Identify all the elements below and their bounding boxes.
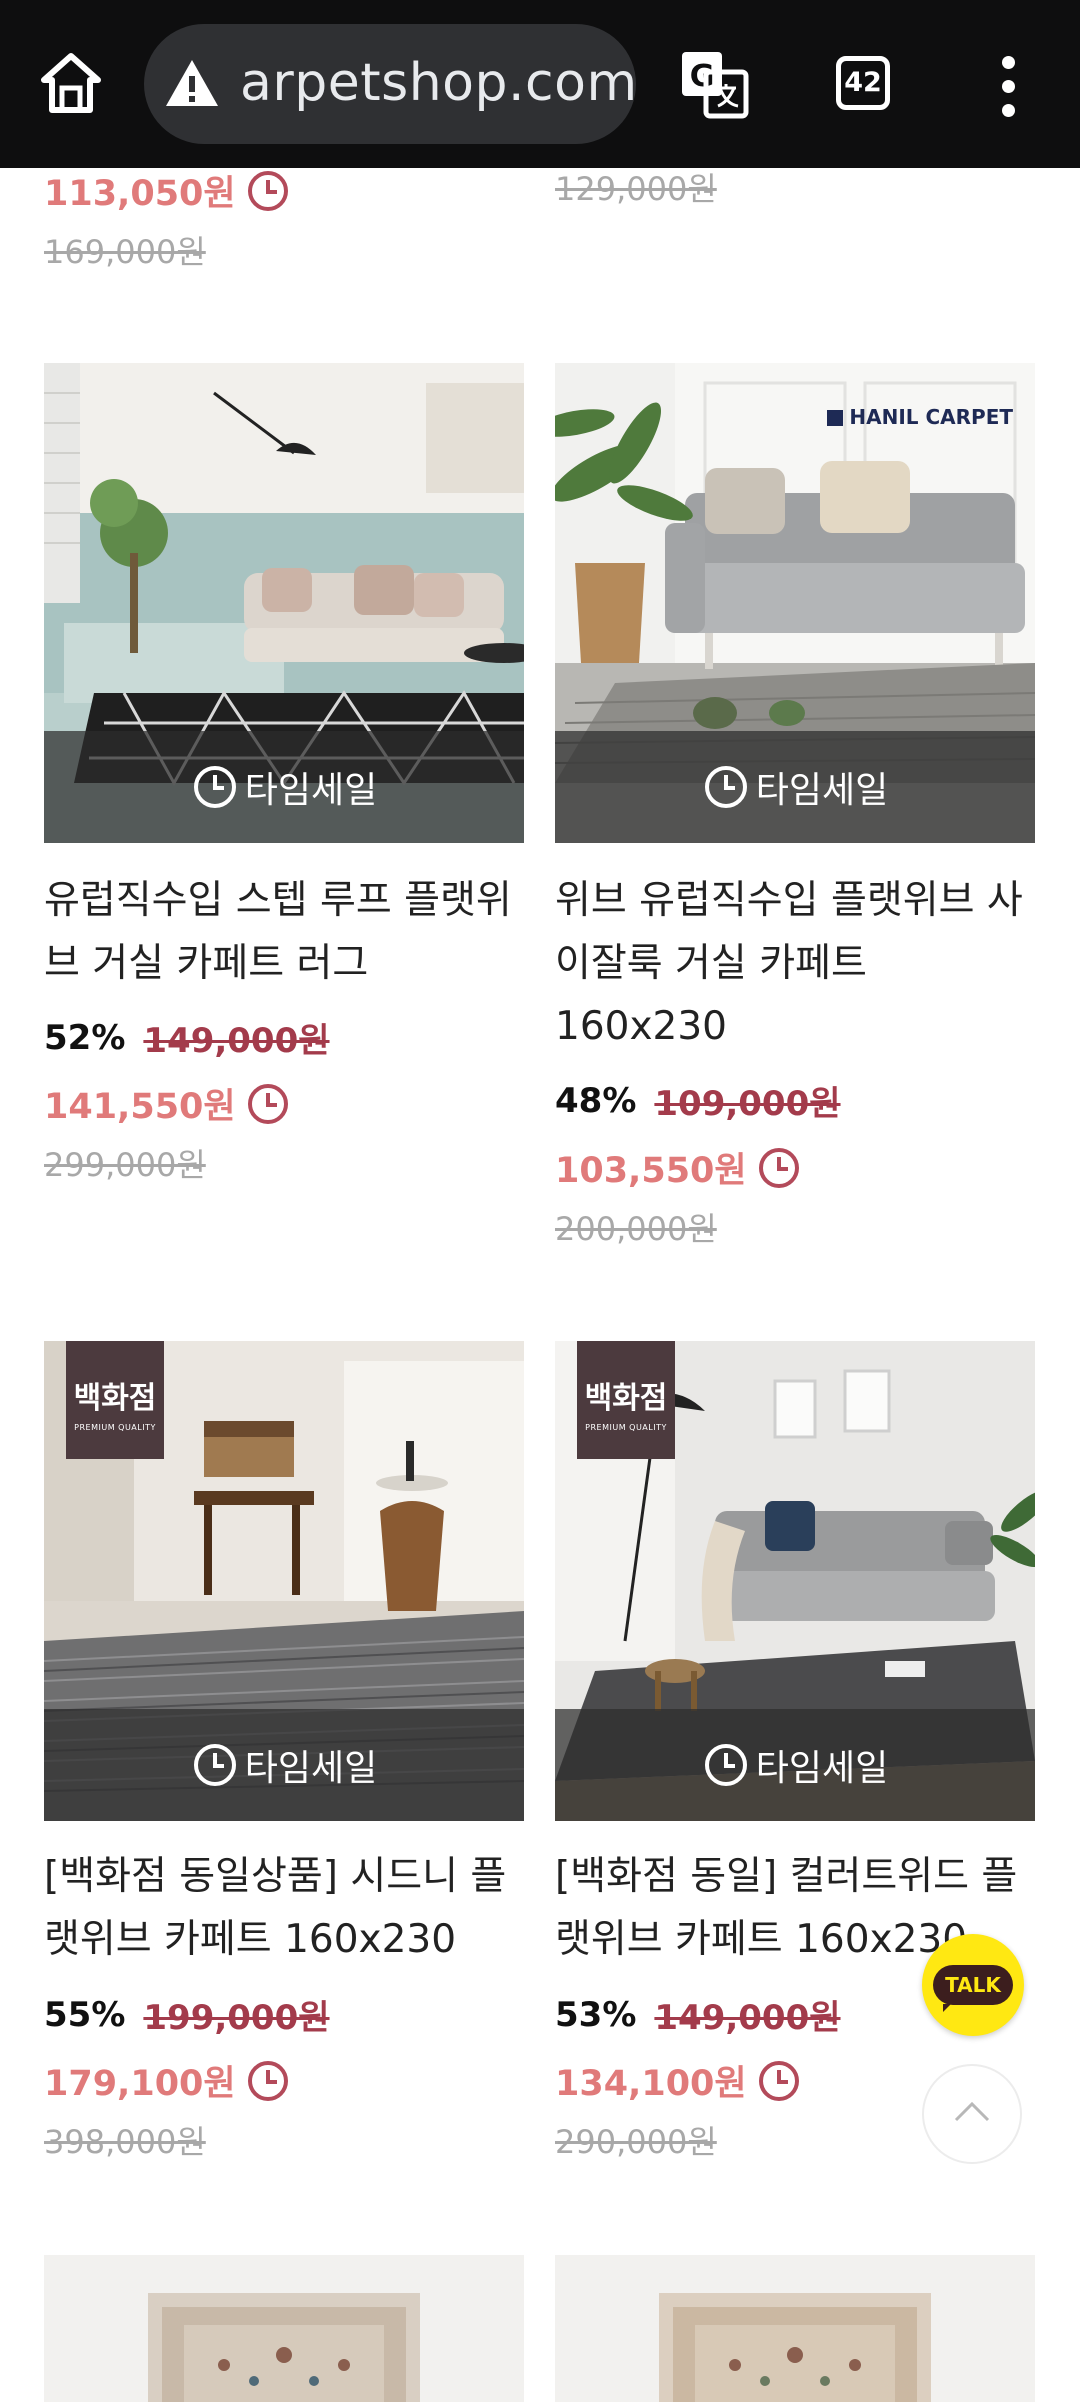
timesale-label: 타임세일: [244, 1748, 378, 1789]
clock-icon: [758, 2060, 799, 2101]
warning-icon[interactable]: [162, 54, 222, 114]
url-text: arpetshop.com: [240, 53, 636, 113]
product-title[interactable]: 위브 유럽직수입 플랫위브 사이잘룩 거실 카페트 160x230: [555, 869, 1039, 1058]
timesale-banner: 타임세일: [44, 1709, 524, 1821]
brand-mark-icon: [827, 410, 844, 426]
badge-text: 백화점: [73, 1381, 157, 1416]
sale-price: 179,100원: [44, 2055, 290, 2106]
clock-icon: [704, 1744, 747, 1786]
timesale-label: 타임세일: [755, 770, 889, 811]
discount-row: 55% 199,000원: [44, 1990, 330, 2039]
sale-price-value: 113,050원: [44, 174, 236, 214]
original-price: 200,000원: [555, 1210, 717, 1248]
list-price: 149,000원: [654, 1998, 841, 2038]
scroll-to-top-button[interactable]: [922, 2064, 1022, 2164]
clock-icon: [193, 766, 236, 808]
rug-photo: [555, 2255, 1035, 2402]
sale-price-value: 141,550원: [44, 1087, 236, 1127]
product-image[interactable]: [555, 2255, 1035, 2402]
sale-price: 134,100원: [555, 2055, 801, 2106]
original-price: 169,000원: [44, 233, 206, 271]
timesale-banner: 타임세일: [44, 731, 524, 843]
original-price: 398,000원: [44, 2123, 206, 2161]
product-image[interactable]: 타임세일: [44, 363, 524, 843]
tab-switcher-button[interactable]: 42: [836, 56, 890, 110]
timesale-banner: 타임세일: [555, 731, 1035, 843]
clock-icon: [247, 2060, 288, 2101]
badge-text: 백화점: [584, 1381, 668, 1416]
rug-photo: [44, 2255, 524, 2402]
sale-price: 113,050원: [44, 165, 290, 216]
sale-price-value: 179,100원: [44, 2064, 236, 2104]
clock-icon: [193, 1744, 236, 1786]
product-title[interactable]: 유럽직수입 스텝 루프 플랫위브 거실 카페트 러그: [44, 869, 528, 995]
discount-row: 53% 149,000원: [555, 1990, 841, 2039]
list-price: 199,000원: [143, 1998, 330, 2038]
chevron-up-icon: [954, 2101, 990, 2122]
discount-percent: 48%: [555, 1080, 637, 1121]
discount-percent: 52%: [44, 1017, 126, 1058]
badge-subtext: PREMIUM QUALITY: [74, 1423, 156, 1432]
sale-price: 103,550원: [555, 1142, 801, 1193]
timesale-banner: 타임세일: [555, 1709, 1035, 1821]
brand-logo-text: HANIL CARPET: [849, 405, 1013, 429]
home-icon[interactable]: [40, 50, 102, 116]
translate-icon[interactable]: G: [678, 48, 750, 120]
clock-icon: [758, 1147, 799, 1188]
list-price: 109,000원: [654, 1084, 841, 1124]
original-price: 299,000원: [44, 1146, 206, 1184]
discount-row: 52% 149,000원: [44, 1013, 330, 1062]
department-store-badge: 백화점 PREMIUM QUALITY: [577, 1341, 675, 1459]
clock-icon: [247, 170, 288, 211]
sale-price-value: 134,100원: [555, 2064, 747, 2104]
url-bar[interactable]: arpetshop.com: [144, 24, 636, 144]
timesale-label: 타임세일: [244, 770, 378, 811]
svg-text:G: G: [690, 59, 715, 94]
discount-row: 48% 109,000원: [555, 1076, 841, 1125]
more-menu-icon[interactable]: [996, 56, 1020, 117]
product-title[interactable]: [백화점 동일상품] 시드니 플랫위브 카페트 160x230: [44, 1845, 528, 1971]
sale-price-value: 103,550원: [555, 1151, 747, 1191]
talk-label: TALK: [933, 1965, 1013, 2012]
clock-icon: [704, 766, 747, 808]
browser-toolbar: arpetshop.com G 42: [0, 0, 1080, 168]
product-image[interactable]: HANIL CARPET 타임세일: [555, 363, 1035, 843]
original-price: 129,000원: [555, 170, 717, 208]
product-image[interactable]: 백화점 PREMIUM QUALITY 타임세일: [44, 1341, 524, 1821]
brand-logo: HANIL CARPET: [827, 405, 1013, 429]
kakao-talk-button[interactable]: TALK: [922, 1934, 1024, 2036]
discount-percent: 53%: [555, 1994, 637, 2035]
discount-percent: 55%: [44, 1994, 126, 2035]
product-image[interactable]: [44, 2255, 524, 2402]
product-image[interactable]: 백화점 PREMIUM QUALITY 타임세일: [555, 1341, 1035, 1821]
clock-icon: [247, 1083, 288, 1124]
original-price: 290,000원: [555, 2123, 717, 2161]
timesale-label: 타임세일: [755, 1748, 889, 1789]
badge-subtext: PREMIUM QUALITY: [585, 1423, 667, 1432]
list-price: 149,000원: [143, 1021, 330, 1061]
sale-price: 141,550원: [44, 1078, 290, 1129]
department-store-badge: 백화점 PREMIUM QUALITY: [66, 1341, 164, 1459]
